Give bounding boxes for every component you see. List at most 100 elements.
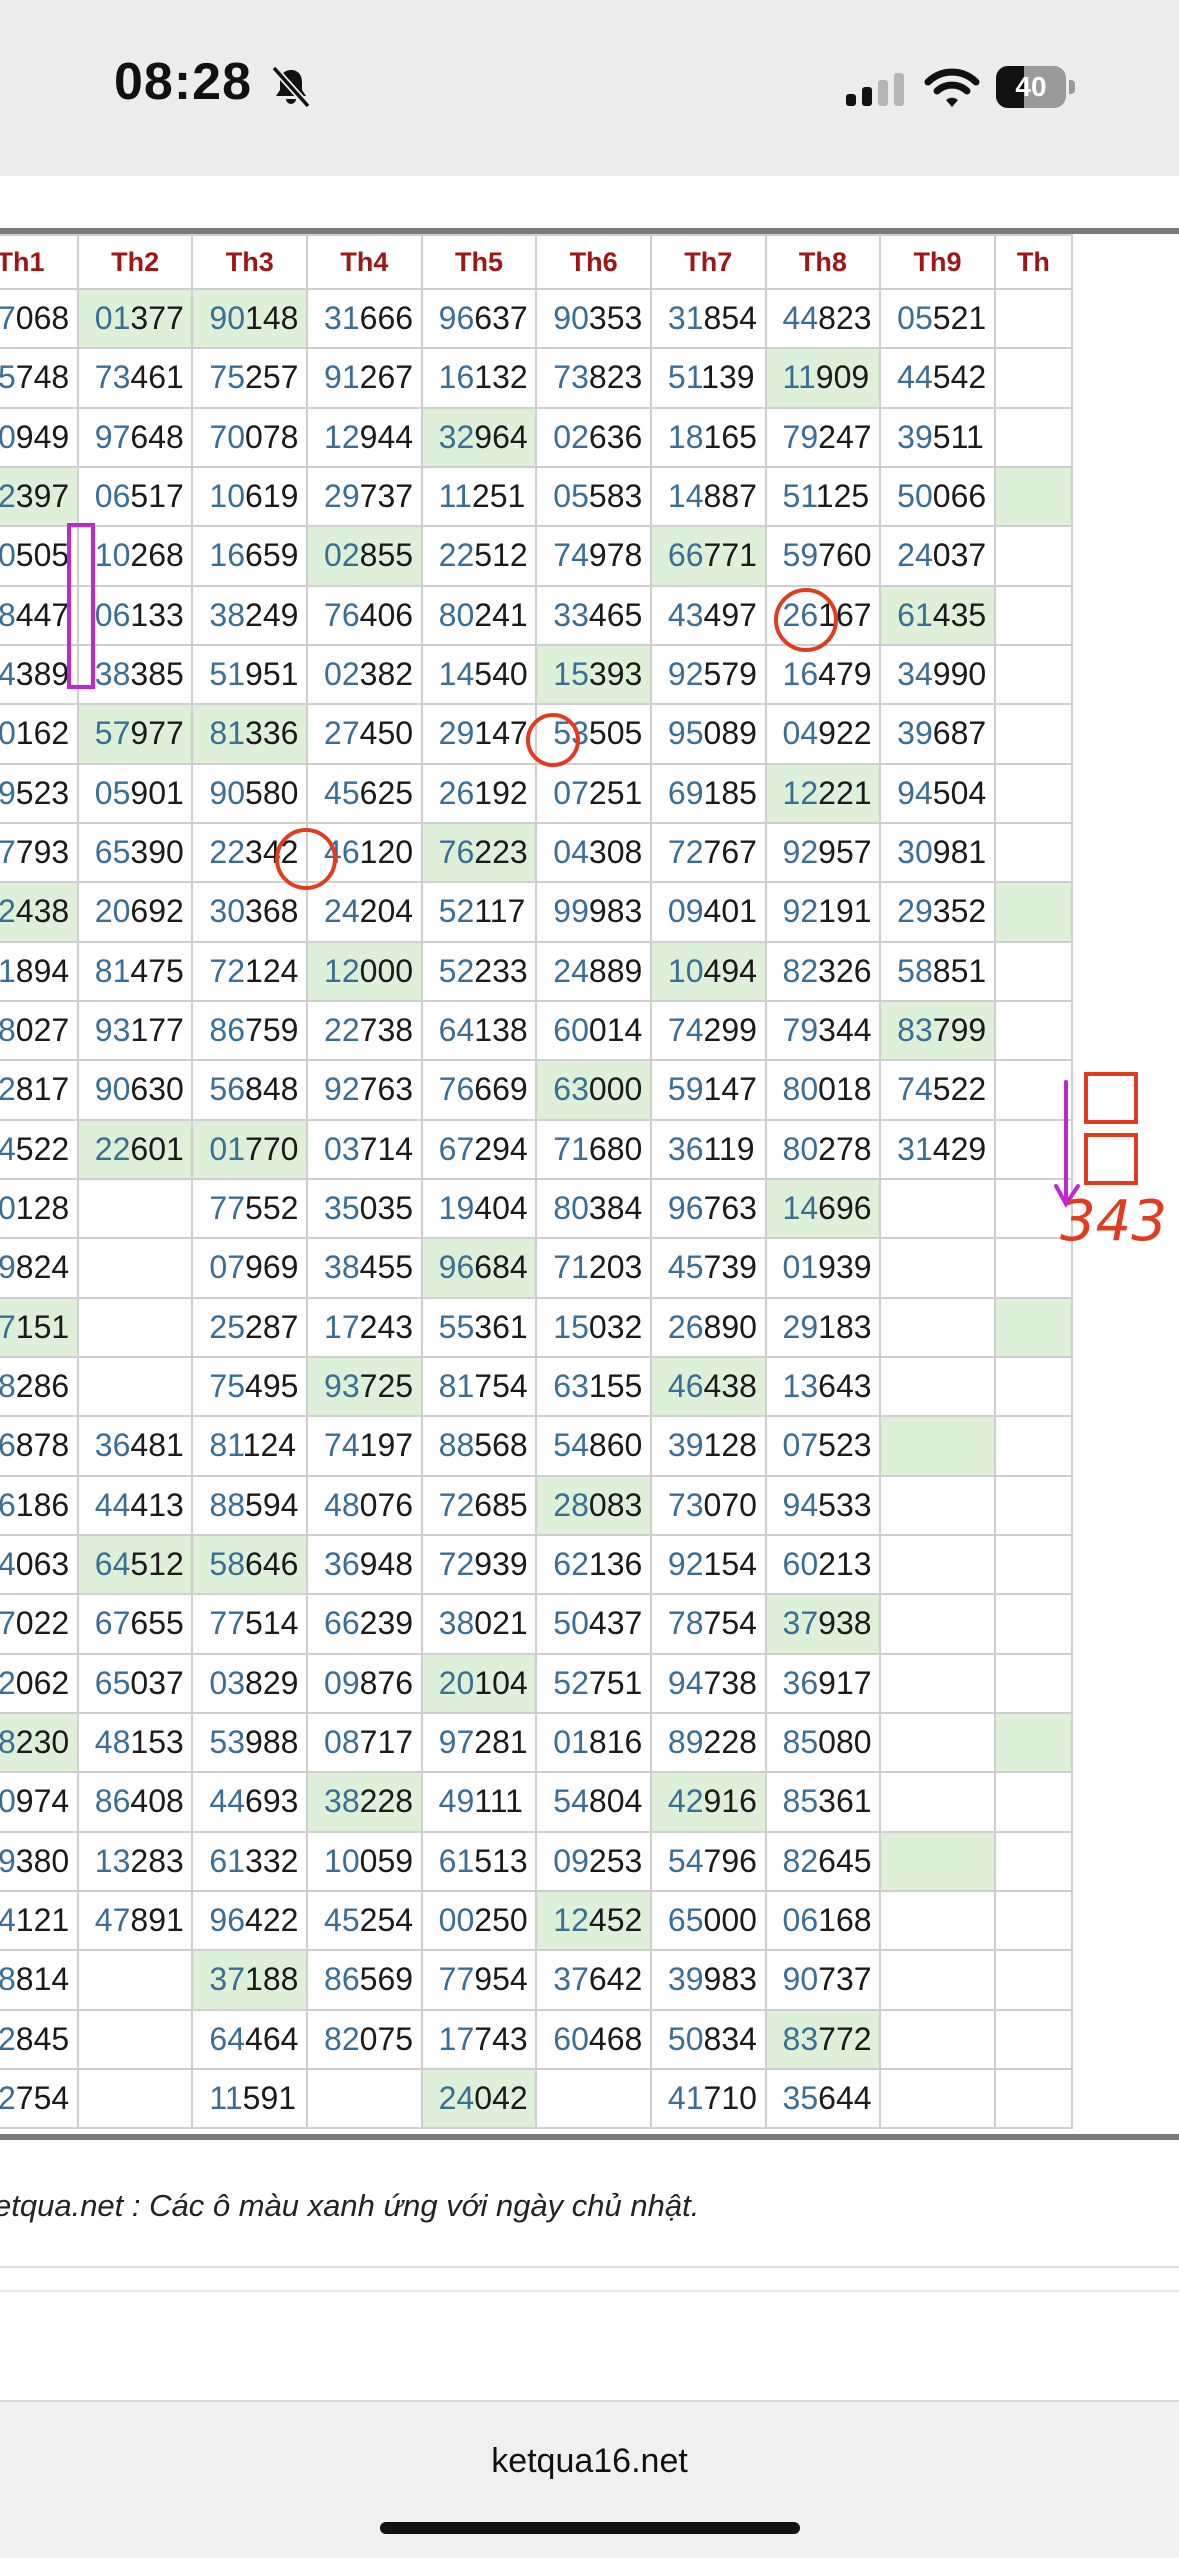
table-row: 09824079693845596684712034573901939: [0, 1237, 1074, 1299]
number-suffix: 018: [818, 1071, 872, 1108]
number-suffix: 983: [588, 893, 643, 930]
table-cell: 01770: [191, 1118, 309, 1180]
number-prefix: 61: [438, 1842, 475, 1879]
table-cell: 42916: [649, 1771, 767, 1833]
number-prefix: 38: [324, 1783, 360, 1820]
table-cell: 26192: [420, 762, 538, 824]
table-cell: 47891: [76, 1889, 194, 1952]
table-cell-partial: [993, 1118, 1074, 1180]
table-cell: 99983: [535, 881, 652, 943]
table-row: 8406364512586463694872939621369215460213: [0, 1533, 1074, 1596]
number-prefix: 12: [324, 418, 360, 455]
number-suffix: 770: [245, 1130, 299, 1167]
number-suffix: 147: [474, 715, 528, 752]
number-prefix: 24: [324, 893, 360, 930]
number-prefix: 43: [667, 596, 704, 633]
number-prefix: 92: [667, 1546, 704, 1583]
number-prefix: 46: [667, 1368, 704, 1405]
number-suffix: 669: [474, 1071, 528, 1108]
number-suffix: 151: [15, 1308, 70, 1345]
number-prefix: 72: [438, 1546, 475, 1583]
number-suffix: 243: [359, 1308, 414, 1345]
table-row: 7239706517106192973711251055831488751125…: [0, 465, 1074, 528]
table-cell: 66771: [649, 525, 767, 587]
results-table-container[interactable]: Th1Th2Th3Th4Th5Th6Th7Th8Th9Th 5706801377…: [0, 228, 1179, 2140]
table-cell-partial: [993, 1711, 1074, 1774]
number-prefix: 39: [897, 418, 933, 455]
number-suffix: 204: [359, 893, 414, 930]
number-suffix: 183: [818, 1308, 872, 1345]
table-cell: 04922: [764, 703, 882, 765]
bell-slash-icon: [271, 65, 311, 109]
number-suffix: 717: [359, 1724, 414, 1761]
number-suffix: 521: [932, 300, 987, 337]
number-prefix: 45: [667, 1249, 704, 1286]
table-cell: 69185: [649, 762, 767, 824]
table-cell: 36948: [306, 1533, 423, 1596]
number-suffix: 294: [474, 1130, 528, 1167]
number-prefix: 63: [553, 1368, 589, 1405]
table-cell: 31854: [649, 287, 767, 350]
number-prefix: 69: [667, 774, 704, 811]
table-cell: 17151: [0, 1296, 79, 1358]
table-cell: 97281: [420, 1711, 538, 1774]
table-cell: 31666: [306, 287, 423, 350]
number-suffix: 281: [474, 1724, 528, 1761]
number-prefix: 90: [94, 1071, 131, 1108]
number-prefix: 81: [438, 1368, 475, 1405]
table-cell: 54804: [535, 1771, 652, 1833]
table-cell: 20104: [420, 1652, 538, 1714]
number-prefix: 59: [782, 537, 819, 574]
table-cell: 74197: [306, 1415, 423, 1477]
table-cell: 90148: [191, 287, 309, 350]
number-prefix: 94: [667, 1664, 704, 1701]
table-cell-partial: [993, 525, 1074, 587]
address-url[interactable]: ketqua16.net: [0, 2442, 1179, 2481]
table-cell: 73070: [649, 1474, 767, 1536]
number-prefix: 74: [667, 1012, 704, 1049]
number-prefix: 10: [324, 1842, 360, 1879]
table-cell: 93725: [306, 1355, 423, 1418]
number-prefix: 38: [0, 1961, 16, 1998]
number-prefix: 16: [209, 537, 246, 574]
number-prefix: 52: [553, 1664, 589, 1701]
number-prefix: 08: [0, 1724, 16, 1761]
number-prefix: 80: [553, 1190, 589, 1227]
home-indicator[interactable]: [380, 2522, 800, 2534]
number-suffix: 465: [588, 596, 643, 633]
table-cell: 58851: [879, 940, 996, 1002]
table-cell-partial: [993, 465, 1074, 528]
number-suffix: 692: [130, 893, 184, 930]
table-cell: 82326: [764, 940, 882, 1002]
table-cell-partial: [993, 2067, 1074, 2130]
browser-address-bar[interactable]: ketqua16.net: [0, 2400, 1179, 2558]
number-prefix: 92: [782, 893, 819, 930]
table-cell: 73461: [76, 347, 194, 409]
table-cell: 51139: [649, 347, 767, 409]
table-row: 5706801377901483166696637903533185444823…: [0, 287, 1074, 350]
number-suffix: 494: [703, 952, 757, 989]
status-time: 08:28: [114, 53, 252, 111]
table-cell: 61513: [420, 1830, 538, 1892]
number-prefix: 50: [553, 1605, 589, 1642]
number-suffix: 738: [703, 1664, 757, 1701]
number-prefix: 77: [438, 1961, 475, 1998]
table-cell: [535, 2067, 652, 2130]
number-suffix: 000: [588, 1071, 643, 1108]
number-suffix: 796: [703, 1842, 757, 1879]
number-suffix: 192: [474, 774, 528, 811]
table-cell: 14887: [649, 465, 767, 528]
number-suffix: 637: [474, 300, 528, 337]
number-prefix: 73: [553, 359, 589, 396]
table-cell: 46438: [649, 1355, 767, 1418]
table-row: 7050510268166590285522512749786677159760…: [0, 525, 1074, 587]
table-cell: 31894: [0, 940, 79, 1002]
number-suffix: 251: [588, 774, 643, 811]
number-suffix: 468: [588, 2020, 643, 2057]
number-suffix: 185: [703, 774, 757, 811]
table-cell: 45254: [306, 1889, 423, 1952]
table-cell: 22512: [420, 525, 538, 587]
number-suffix: 308: [588, 834, 643, 871]
table-cell: 06186: [0, 1474, 79, 1536]
number-suffix: 878: [15, 1427, 70, 1464]
